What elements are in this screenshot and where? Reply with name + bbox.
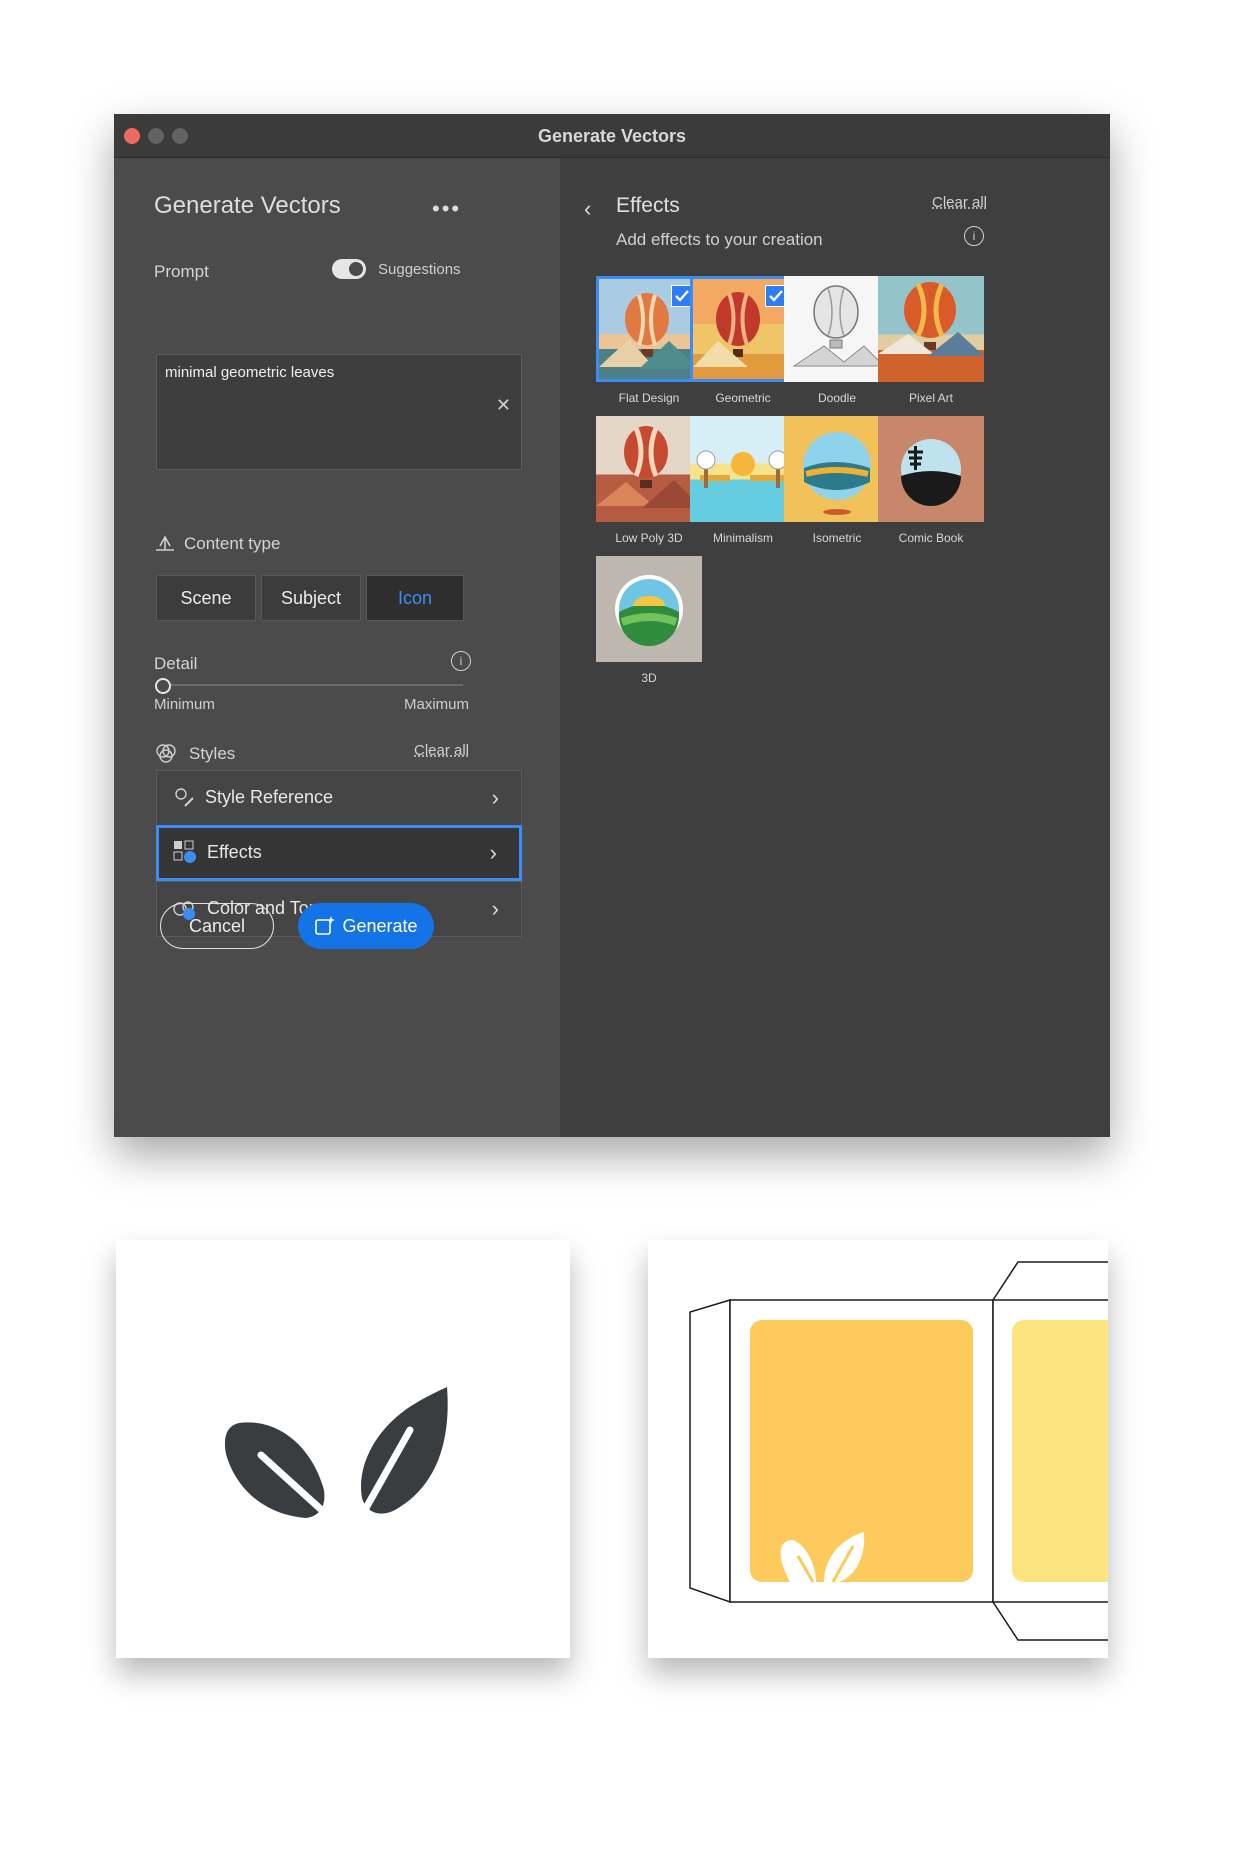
suggestions-toggle[interactable] [332, 259, 366, 279]
style-reference-label: Style Reference [205, 787, 334, 807]
packaging-dieline [689, 1261, 1108, 1641]
effect-thumb-doodle[interactable] [784, 276, 890, 382]
effects-row[interactable]: Effects › [156, 825, 522, 881]
detail-min-label: Minimum [154, 696, 215, 713]
effect-label: 3D [641, 671, 657, 685]
window-title: Generate Vectors [537, 126, 687, 146]
packaging-preview-card [648, 1240, 1108, 1658]
clear-prompt-close-icon[interactable]: ✕ [496, 395, 511, 416]
effect-label: Doodle [817, 391, 857, 405]
styles-icon [154, 742, 178, 771]
effect-label: Comic Book [898, 531, 964, 545]
chevron-right-icon: › [489, 840, 497, 865]
effect-thumb-isometric[interactable] [784, 416, 890, 522]
content-type-icon [154, 532, 176, 559]
effects-subtitle: Add effects to your creation [616, 230, 823, 249]
styles-clear-all-link[interactable]: Clear all [414, 742, 469, 759]
effect-label: Flat Design [618, 391, 680, 405]
prompt-text: minimal geometric leaves [165, 364, 335, 381]
effect-thumb-pixel-art[interactable] [878, 276, 984, 382]
prompt-label: Prompt [154, 262, 209, 281]
chevron-right-icon: › [491, 785, 499, 810]
left-panel: Generate Vectors ••• Prompt Suggestions [114, 158, 560, 1137]
content-type-label: Content type [184, 534, 281, 553]
prompt-input[interactable]: minimal geometric leaves ✕ [156, 354, 522, 470]
generate-button[interactable]: Generate [298, 903, 434, 949]
effect-thumb-minimalism[interactable] [690, 416, 796, 522]
effects-label: Effects [207, 842, 262, 862]
chevron-right-icon: › [491, 896, 499, 921]
content-type-scene-button[interactable]: Scene [156, 575, 256, 621]
generate-label: Generate [342, 915, 418, 936]
detail-slider-track[interactable] [162, 684, 463, 686]
detail-max-label: Maximum [404, 696, 470, 713]
title-bar: Generate Vectors [114, 114, 1110, 158]
cancel-button[interactable]: Cancel [160, 903, 274, 949]
panel-title: Generate Vectors [154, 192, 341, 219]
effect-label: Geometric [715, 391, 771, 405]
style-reference-icon [173, 786, 197, 815]
toggle-knob [349, 262, 363, 276]
detail-label: Detail [154, 654, 198, 673]
effects-info-icon[interactable]: i [964, 226, 984, 246]
effect-thumb-flat-design[interactable] [596, 276, 702, 382]
leaf-icon-preview-card [116, 1240, 570, 1658]
effects-title: Effects [616, 194, 680, 217]
more-options-ellipsis-icon[interactable]: ••• [432, 196, 461, 222]
leaves-icon [224, 1387, 448, 1518]
generate-sparkle-icon [315, 916, 336, 935]
effect-thumb-3d[interactable] [596, 556, 702, 662]
suggestions-label: Suggestions [378, 261, 461, 278]
effect-label: Low Poly 3D [615, 531, 683, 545]
style-reference-row[interactable]: Style Reference › [156, 770, 522, 826]
detail-info-icon[interactable]: i [451, 651, 471, 671]
effects-clear-all-link[interactable]: Clear all [932, 194, 987, 211]
generate-vectors-window: Generate Vectors Generate Vectors ••• Pr… [114, 114, 1110, 1137]
effect-thumb-geometric[interactable] [690, 276, 796, 382]
effect-thumb-comic-book[interactable] [878, 416, 984, 522]
effect-label: Isometric [812, 531, 862, 545]
styles-label: Styles [189, 744, 236, 763]
effects-panel: ‹ Effects Add effects to your creation C… [560, 158, 1110, 1137]
content-type-icon-button[interactable]: Icon [366, 575, 464, 621]
effect-label: Pixel Art [908, 391, 953, 405]
content-type-subject-button[interactable]: Subject [261, 575, 361, 621]
effect-thumb-low-poly-3d[interactable] [596, 416, 702, 522]
detail-slider-handle[interactable] [155, 678, 171, 694]
effect-label: Minimalism [713, 531, 773, 545]
effects-icon [173, 840, 197, 869]
back-chevron-left-icon[interactable]: ‹ [584, 196, 591, 222]
